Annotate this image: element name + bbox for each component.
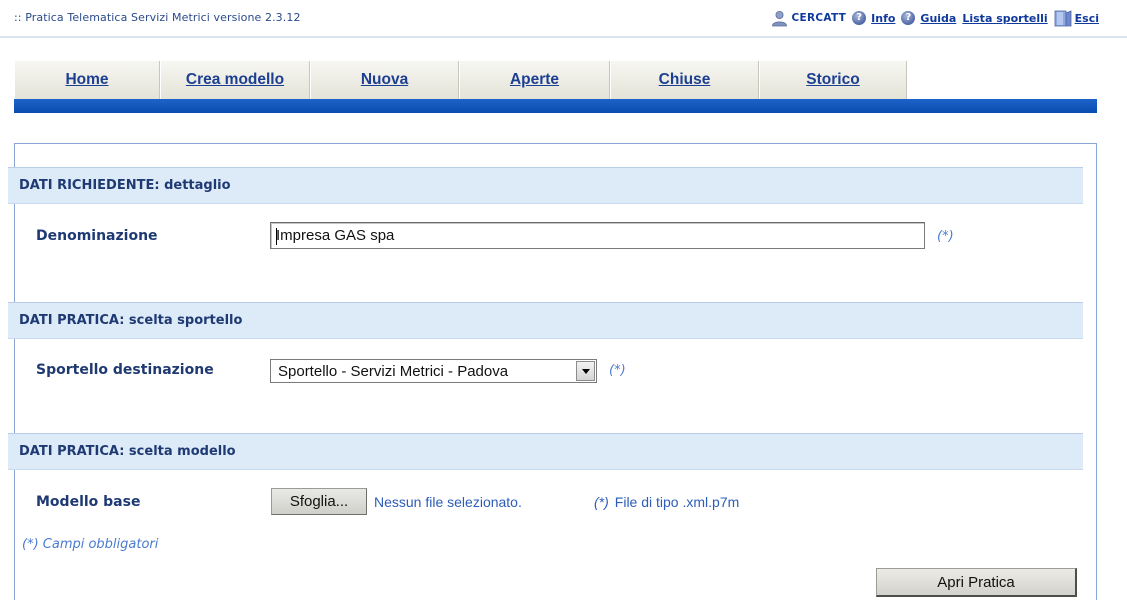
guide-link-group[interactable]: ? Guida [901,11,956,25]
tab-create-model[interactable]: Crea modello [160,61,310,99]
file-status-text: Nessun file selezionato. [374,494,522,510]
chevron-down-icon[interactable] [576,361,595,381]
section-title-model: DATI PRATICA: scelta modello [19,444,236,459]
top-divider [0,36,1127,38]
browse-file-button[interactable]: Sfoglia... [271,488,367,515]
denomination-required-mark: (*) [937,229,954,244]
section-title-office: DATI PRATICA: scelta sportello [19,313,243,328]
info-icon[interactable]: ? [852,11,867,25]
nav-accent-band [14,99,1097,113]
top-links: CERCATT ? Info ? Guida Lista sportelli E… [771,6,1099,30]
mandatory-fields-note: (*) Campi obbligatori [22,537,159,552]
denomination-input[interactable] [270,222,925,249]
user-name: CERCATT [791,12,847,24]
tab-history[interactable]: Storico [759,61,907,99]
exit-link[interactable]: Esci [1075,12,1099,25]
tab-closed[interactable]: Chiuse [610,61,759,99]
office-select[interactable]: Sportello - Servizi Metrici - Padova [270,359,597,383]
user-icon [771,10,788,27]
tab-new[interactable]: Nuova [310,61,459,99]
file-type-hint: (*) File di tipo .xml.p7m [594,494,739,510]
tab-create-model-label[interactable]: Crea modello [186,71,284,89]
denomination-label: Denominazione [36,228,158,244]
guide-icon[interactable]: ? [901,11,916,25]
main-nav-tabs: Home Crea modello Nuova Aperte Chiuse St… [14,61,907,99]
open-practice-button[interactable]: Apri Pratica [876,568,1077,597]
guide-link[interactable]: Guida [920,12,956,25]
tab-history-label[interactable]: Storico [806,71,859,89]
section-title-requester: DATI RICHIEDENTE: dettaglio [19,178,231,193]
tab-home-label[interactable]: Home [65,71,108,89]
exit-link-group[interactable]: Esci [1054,9,1099,27]
section-header-office: DATI PRATICA: scelta sportello [8,302,1083,339]
info-link-group[interactable]: ? Info [852,11,895,25]
file-type-text: File di tipo .xml.p7m [614,494,740,510]
info-link[interactable]: Info [871,12,895,25]
office-select-value[interactable]: Sportello - Servizi Metrici - Padova [271,363,576,380]
base-model-required-mark: (*) [594,494,609,510]
tab-open[interactable]: Aperte [459,61,610,99]
text-caret [276,228,277,245]
top-bar: :: Pratica Telematica Servizi Metrici ve… [0,0,1127,36]
app-title: :: Pratica Telematica Servizi Metrici ve… [14,11,301,24]
tab-home[interactable]: Home [14,61,160,99]
section-header-requester: DATI RICHIEDENTE: dettaglio [8,167,1083,204]
tab-new-label[interactable]: Nuova [361,71,408,89]
offices-list-link[interactable]: Lista sportelli [962,12,1047,25]
base-model-label: Modello base [36,494,141,510]
office-label: Sportello destinazione [36,362,214,378]
office-required-mark: (*) [609,363,626,378]
section-header-model: DATI PRATICA: scelta modello [8,433,1083,470]
exit-door-icon[interactable] [1054,9,1072,27]
tab-closed-label[interactable]: Chiuse [659,71,711,89]
user-indicator: CERCATT [771,10,846,27]
tab-open-label[interactable]: Aperte [510,71,559,89]
